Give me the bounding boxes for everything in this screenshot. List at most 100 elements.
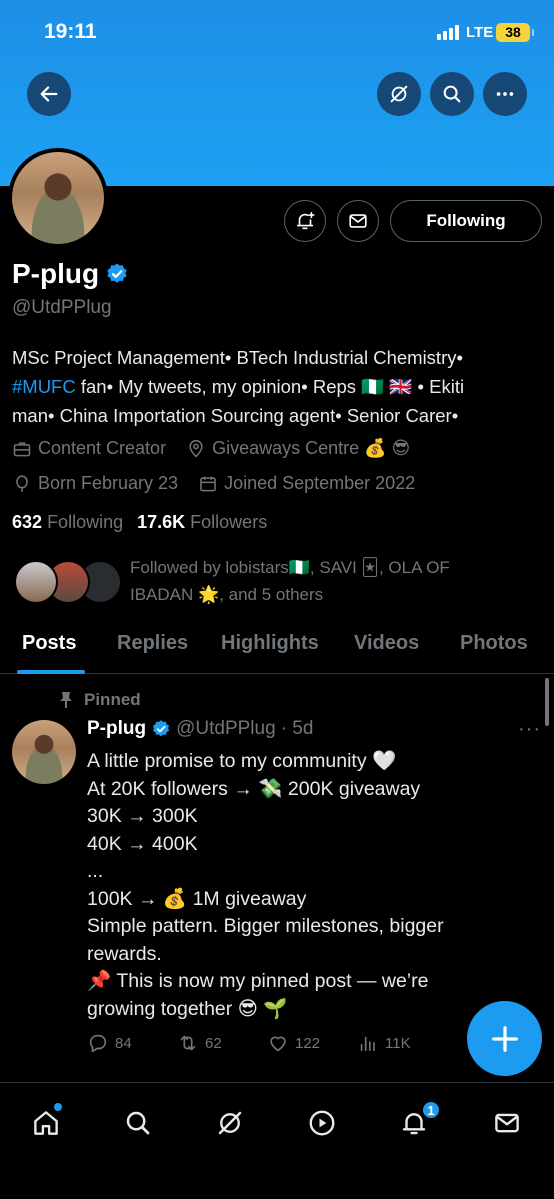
tab-photos[interactable]: Photos <box>460 632 528 655</box>
tweet-actions: 84 62 122 11K <box>87 1032 447 1054</box>
followed-by-text[interactable]: Followed by lobistars🇳🇬, SAVI 🃏, OLA OF … <box>130 554 540 608</box>
location-pin-icon <box>189 439 203 458</box>
following-button[interactable]: Following <box>390 200 542 242</box>
tweet-line: 30K → 300K <box>87 805 198 827</box>
birthday-item: Born February 23 <box>12 473 178 494</box>
heart-icon <box>270 1036 286 1052</box>
views-count: 11K <box>385 1034 411 1052</box>
tweet-author-handle[interactable]: @UtdPPlug <box>176 718 276 740</box>
tweet-line: 100K → 💰 1M giveaway <box>87 887 307 910</box>
repost-button[interactable]: 62 <box>177 1032 267 1054</box>
envelope-icon <box>495 1113 519 1133</box>
calendar-icon <box>200 476 216 491</box>
profile-meta-row: Content Creator Giveaways Centre 💰 😎 <box>12 438 430 459</box>
bottom-nav: 1 <box>0 1082 554 1199</box>
hashtag-link[interactable]: #MUFC <box>12 376 76 397</box>
grok-icon <box>390 85 408 103</box>
views-button[interactable]: 11K <box>357 1032 447 1054</box>
search-icon <box>443 85 461 103</box>
profile-avatar[interactable] <box>8 148 108 248</box>
profile-name: P-plug <box>12 258 129 290</box>
home-icon <box>34 1111 58 1135</box>
like-button[interactable]: 122 <box>267 1032 357 1054</box>
tab-replies[interactable]: Replies <box>117 632 188 655</box>
verified-badge-icon <box>153 720 170 737</box>
tweet-line: 📌 This is now my pinned post — we’re <box>87 970 429 992</box>
avatar <box>14 560 58 604</box>
notify-button[interactable] <box>284 200 326 242</box>
verified-badge-icon[interactable] <box>105 262 129 286</box>
status-bar: 19:11 LTE 38 <box>0 0 554 64</box>
followers-label: Followers <box>190 512 268 532</box>
reply-button[interactable]: 84 <box>87 1032 177 1054</box>
grok-button[interactable] <box>377 72 421 116</box>
followers-count-link[interactable]: 17.6K Followers <box>137 512 267 533</box>
category-item: Content Creator <box>12 438 166 459</box>
balloon-icon <box>16 474 28 492</box>
profile-name-text: P-plug <box>12 258 100 289</box>
nav-messages[interactable] <box>487 1103 527 1143</box>
tweet-avatar[interactable] <box>12 720 76 784</box>
network-label: LTE <box>466 24 494 41</box>
nav-grok[interactable] <box>210 1103 250 1143</box>
bio-text: fan• My tweets, my opinion• Reps 🇳🇬 🇬🇧 •… <box>75 376 465 397</box>
tab-posts[interactable]: Posts <box>22 632 76 655</box>
tweet-author-name[interactable]: P-plug <box>87 718 146 740</box>
joined-text: Joined September 2022 <box>224 473 416 493</box>
tweet-time[interactable]: · 5d <box>281 718 314 740</box>
back-button[interactable] <box>27 72 71 116</box>
reply-count: 84 <box>115 1034 132 1052</box>
pin-icon <box>60 692 72 708</box>
avatar-photo <box>12 152 104 244</box>
tab-videos[interactable]: Videos <box>354 632 419 655</box>
tweet-line: ... <box>87 860 104 882</box>
tweet-line: growing together 😎 🌱 <box>87 997 288 1020</box>
message-button[interactable] <box>337 200 379 242</box>
nav-video[interactable] <box>302 1103 342 1143</box>
tweet-more-icon[interactable]: ··· <box>518 718 541 741</box>
battery-icon: 38 <box>496 23 534 42</box>
following-count-link[interactable]: 632 Following <box>12 512 123 533</box>
category-text: Content Creator <box>38 438 167 458</box>
arrow-left-icon <box>40 86 58 102</box>
status-time: 19:11 <box>44 20 97 43</box>
profile-dates-row: Born February 23 Joined September 2022 <box>12 473 435 494</box>
followed-by-avatars[interactable] <box>14 560 124 606</box>
profile-tabs: Posts Replies Highlights Videos Photos <box>0 618 554 674</box>
tab-highlights[interactable]: Highlights <box>221 632 319 655</box>
profile-handle: @UtdPPlug <box>12 297 112 318</box>
active-tab-indicator <box>17 670 85 674</box>
signal-icon <box>437 25 459 40</box>
tweet-line: At 20K followers → 💸 200K giveaway <box>87 777 421 800</box>
tweet-header: P-plug @UtdPPlug · 5d <box>87 718 313 740</box>
tweet-line: A little promise to my community 🤍 <box>87 750 397 772</box>
scrollbar[interactable] <box>545 678 549 726</box>
grok-icon <box>218 1111 242 1135</box>
play-circle-icon <box>309 1110 335 1136</box>
home-unread-dot <box>54 1103 62 1111</box>
reply-icon <box>89 1034 107 1053</box>
tweet-text[interactable]: A little promise to my community 🤍 At 20… <box>87 748 487 1023</box>
following-label: Following <box>47 512 124 532</box>
search-button[interactable] <box>430 72 474 116</box>
tweet-line: Simple pattern. Bigger milestones, bigge… <box>87 915 444 937</box>
pinned-label: Pinned <box>84 690 141 709</box>
compose-button[interactable] <box>467 1001 542 1076</box>
bio-line: #MUFC fan• My tweets, my opinion• Reps 🇳… <box>12 372 548 401</box>
search-icon <box>126 1111 150 1135</box>
tweet-line: 40K → 400K <box>87 832 198 855</box>
bell-plus-icon <box>296 211 315 230</box>
location-text: Giveaways Centre 💰 😎 <box>212 438 411 458</box>
plus-icon <box>491 1025 518 1052</box>
repost-icon <box>180 1035 196 1051</box>
tweet-line: rewards. <box>87 942 162 965</box>
follow-counts: 632 Following 17.6K Followers <box>12 512 267 533</box>
repost-count: 62 <box>205 1034 222 1052</box>
pinned-indicator: Pinned <box>58 690 141 710</box>
nav-search[interactable] <box>118 1103 158 1143</box>
more-options-button[interactable] <box>483 72 527 116</box>
joined-item: Joined September 2022 <box>198 473 415 494</box>
like-count: 122 <box>295 1034 321 1052</box>
envelope-icon <box>349 214 367 228</box>
followers-count: 17.6K <box>137 512 186 532</box>
